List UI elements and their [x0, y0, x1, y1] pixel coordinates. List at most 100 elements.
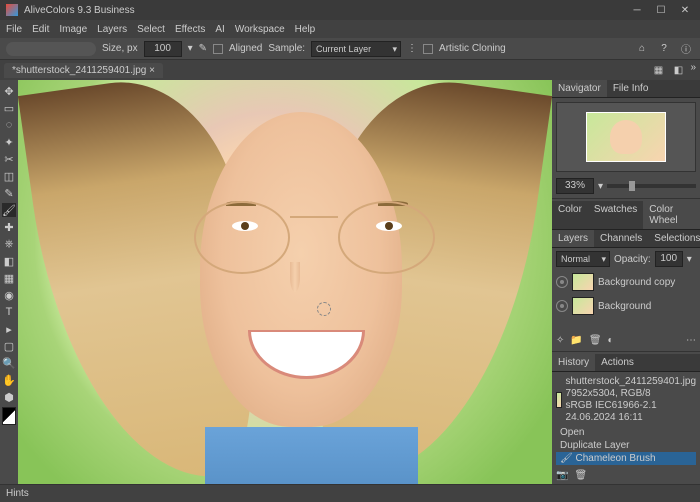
layer-actions: ✧ 📁 🗑 ◐ ⋯: [552, 332, 700, 349]
eyedropper-tool-icon[interactable]: ✎: [2, 186, 16, 200]
menu-help[interactable]: Help: [295, 24, 316, 35]
history-dimensions: 7952x5304, RGB/8: [566, 388, 696, 400]
aligned-checkbox[interactable]: [213, 44, 223, 54]
visibility-icon[interactable]: [556, 300, 568, 312]
tab-dock-icon[interactable]: ◧: [670, 62, 686, 78]
hand-tool-icon[interactable]: ✋: [2, 373, 16, 387]
titlebar: AliveColors 9.3 Business ─ ☐ ✕: [0, 0, 700, 20]
tab-close-icon[interactable]: ×: [149, 65, 155, 76]
eraser-tool-icon[interactable]: ◧: [2, 254, 16, 268]
layer-row[interactable]: Background copy: [552, 270, 700, 294]
zoom-input[interactable]: 33%: [556, 178, 594, 194]
app-title: AliveColors 9.3 Business: [24, 5, 135, 16]
zoom-stepper-icon[interactable]: ▾: [598, 181, 603, 192]
tab-view-icon[interactable]: ▦: [650, 62, 666, 78]
pen-tool-icon[interactable]: ▸: [2, 322, 16, 336]
shape-tool-icon[interactable]: ▢: [2, 339, 16, 353]
home-icon[interactable]: ⌂: [634, 41, 650, 57]
tab-chevron-icon[interactable]: »: [690, 62, 696, 78]
navigator-preview[interactable]: [556, 102, 696, 172]
menu-edit[interactable]: Edit: [32, 24, 49, 35]
history-item-chameleon[interactable]: 🖌 Chameleon Brush: [556, 452, 696, 465]
tab-selections[interactable]: Selections: [648, 230, 700, 247]
transform-tool-icon[interactable]: ◫: [2, 169, 16, 183]
menu-effects[interactable]: Effects: [175, 24, 205, 35]
visibility-icon[interactable]: [556, 276, 568, 288]
canvas[interactable]: [18, 80, 552, 484]
brush-preview[interactable]: [6, 42, 96, 56]
maximize-button[interactable]: ☐: [652, 3, 670, 17]
sample-label: Sample:: [268, 43, 305, 54]
text-tool-icon[interactable]: T: [2, 305, 16, 319]
menu-ai[interactable]: AI: [215, 24, 224, 35]
blend-mode-select[interactable]: Normal: [556, 251, 610, 267]
chameleon-brush-tool-icon[interactable]: 🖌: [2, 203, 16, 217]
hints-label: Hints: [6, 488, 29, 499]
document-tabbar: *shutterstock_2411259401.jpg × ▦ ◧ »: [0, 60, 700, 80]
menu-select[interactable]: Select: [137, 24, 165, 35]
snapshot-icon[interactable]: 📷: [556, 470, 568, 481]
tab-actions[interactable]: Actions: [595, 354, 640, 371]
menu-workspace[interactable]: Workspace: [235, 24, 285, 35]
color-swatch[interactable]: [2, 407, 16, 425]
move-tool-icon[interactable]: ✥: [2, 84, 16, 98]
sample-select[interactable]: Current Layer: [311, 41, 401, 57]
tab-color-wheel[interactable]: Color Wheel: [643, 201, 700, 229]
size-input[interactable]: 100: [144, 41, 182, 57]
tab-swatches[interactable]: Swatches: [588, 201, 643, 229]
history-item-open[interactable]: Open: [556, 426, 696, 439]
brush-pen-icon[interactable]: ✎: [199, 43, 207, 54]
stepper-icon[interactable]: ▾: [188, 43, 193, 54]
menu-file[interactable]: File: [6, 24, 22, 35]
zoom-tool-icon[interactable]: 🔍: [2, 356, 16, 370]
tab-file-info[interactable]: File Info: [607, 80, 655, 97]
gradient-tool-icon[interactable]: ▦: [2, 271, 16, 285]
stamp-tool-icon[interactable]: ⎈: [2, 237, 16, 251]
marquee-tool-icon[interactable]: ▭: [2, 101, 16, 115]
help-icon[interactable]: ?: [656, 41, 672, 57]
new-folder-icon[interactable]: 📁: [570, 335, 582, 346]
new-layer-icon[interactable]: ✧: [556, 335, 564, 346]
navigator-thumbnail: [586, 112, 666, 162]
menu-layers[interactable]: Layers: [97, 24, 127, 35]
zoom-slider[interactable]: [607, 184, 696, 188]
layer-row[interactable]: Background: [552, 294, 700, 318]
trash-icon[interactable]: 🗑: [574, 470, 587, 481]
tab-history[interactable]: History: [552, 354, 595, 371]
trash-icon[interactable]: 🗑: [589, 335, 602, 346]
navigator-tabs: Navigator File Info: [552, 80, 700, 98]
tab-navigator[interactable]: Navigator: [552, 80, 607, 97]
history-tabs: History Actions: [552, 354, 700, 372]
document-tab[interactable]: *shutterstock_2411259401.jpg ×: [4, 63, 163, 78]
tab-layers[interactable]: Layers: [552, 230, 594, 247]
right-panel: Navigator File Info 33% ▾ Color Swatches…: [552, 80, 700, 484]
tab-channels[interactable]: Channels: [594, 230, 648, 247]
bucket-tool-icon[interactable]: ⬢: [2, 390, 16, 404]
minimize-button[interactable]: ─: [628, 3, 646, 17]
more-icon[interactable]: ⋯: [686, 335, 696, 346]
size-label: Size, px: [102, 43, 138, 54]
history-item-duplicate[interactable]: Duplicate Layer: [556, 439, 696, 452]
blur-tool-icon[interactable]: ◉: [2, 288, 16, 302]
close-button[interactable]: ✕: [676, 3, 694, 17]
info-icon[interactable]: ⓘ: [678, 41, 694, 57]
aligned-label: Aligned: [229, 43, 262, 54]
tab-color[interactable]: Color: [552, 201, 588, 229]
history-file-info: shutterstock_2411259401.jpg 7952x5304, R…: [566, 376, 696, 424]
heal-tool-icon[interactable]: ✚: [2, 220, 16, 234]
lasso-tool-icon[interactable]: ◌: [2, 118, 16, 132]
mask-icon[interactable]: ◐: [608, 335, 614, 346]
history-filename: shutterstock_2411259401.jpg: [566, 376, 696, 388]
artistic-checkbox[interactable]: [423, 44, 433, 54]
crop-tool-icon[interactable]: ✂: [2, 152, 16, 166]
menu-image[interactable]: Image: [59, 24, 87, 35]
opacity-input[interactable]: 100: [655, 251, 683, 267]
artistic-label: Artistic Cloning: [439, 43, 506, 54]
opacity-stepper-icon[interactable]: ▾: [687, 254, 692, 265]
canvas-image: [18, 80, 552, 484]
history-profile: sRGB IEC61966-2.1: [566, 400, 696, 412]
magic-wand-tool-icon[interactable]: ✦: [2, 135, 16, 149]
left-toolbox: ✥ ▭ ◌ ✦ ✂ ◫ ✎ 🖌 ✚ ⎈ ◧ ▦ ◉ T ▸ ▢ 🔍 ✋ ⬢: [0, 80, 18, 484]
sample-settings-icon[interactable]: ⋮: [407, 43, 417, 54]
menubar: File Edit Image Layers Select Effects AI…: [0, 20, 700, 38]
